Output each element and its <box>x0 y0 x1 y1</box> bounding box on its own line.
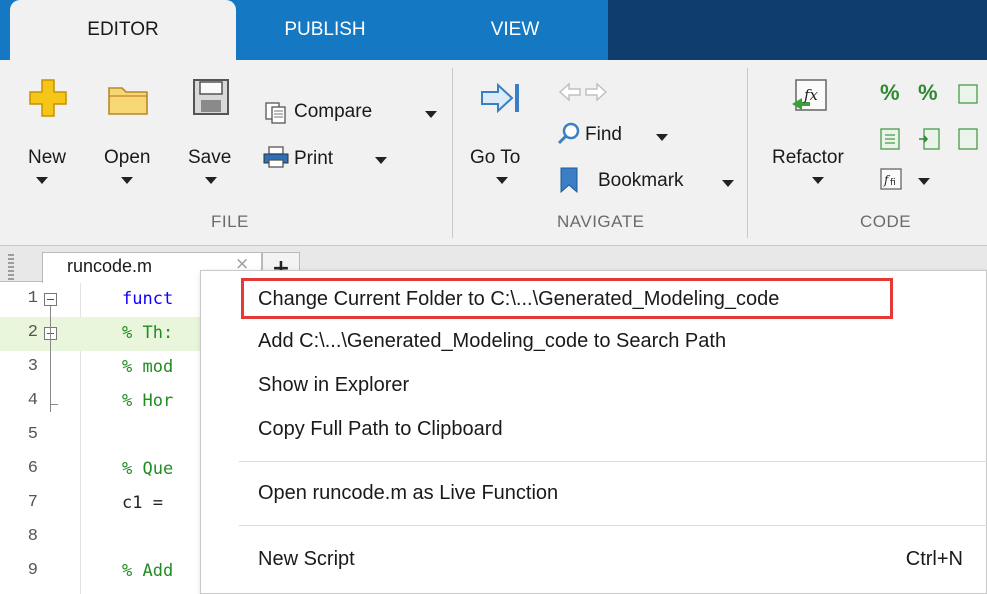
uncomment-percent-icon[interactable]: % <box>918 80 938 106</box>
code-text: % Add <box>122 561 174 581</box>
drag-grip-icon[interactable] <box>8 254 14 280</box>
goto-arrow-icon <box>481 82 519 114</box>
code-group-label: CODE <box>860 212 912 231</box>
new-plus-icon <box>29 79 67 117</box>
new-dropdown-icon <box>36 177 48 184</box>
code-text: % Que <box>122 459 174 479</box>
increase-indent-icon[interactable] <box>918 128 940 150</box>
line-number: 9 <box>27 561 38 580</box>
menu-item-show-in-explorer[interactable]: Show in Explorer <box>201 365 987 405</box>
find-dropdown-icon <box>656 134 668 141</box>
folder-icon <box>108 87 148 115</box>
function-dropdown-icon <box>918 178 930 185</box>
menu-item-add-to-path[interactable]: Add C:\...\Generated_Modeling_code to Se… <box>201 321 987 361</box>
forward-arrow-icon[interactable] <box>584 82 608 102</box>
toolstrip-tab-bar: EDITOR PUBLISH VIEW <box>0 0 987 60</box>
fold-guide-end <box>50 404 58 405</box>
menu-item-shortcut: Ctrl+N <box>905 548 963 570</box>
find-label: Find <box>585 124 622 145</box>
line-number: 3 <box>27 357 38 376</box>
menu-item-label: Open runcode.m as Live Function <box>258 482 559 504</box>
menu-item-new-script[interactable]: New Script Ctrl+N <box>201 539 987 579</box>
save-dropdown-icon <box>205 177 217 184</box>
search-icon <box>557 122 580 145</box>
refactor-fx-icon: fx <box>792 79 827 111</box>
refactor-label: Refactor <box>772 147 844 168</box>
tab-view[interactable]: VIEW <box>450 0 580 60</box>
group-divider <box>452 68 453 238</box>
tab-bar-dark-area <box>608 0 987 60</box>
menu-item-open-live-function[interactable]: Open runcode.m as Live Function <box>201 473 987 513</box>
fold-guide <box>50 306 51 412</box>
comment-percent-icon[interactable]: % <box>880 80 900 106</box>
compare-icon <box>265 102 286 124</box>
menu-item-label: New Script <box>258 548 355 570</box>
print-dropdown-icon <box>375 157 387 164</box>
menu-item-label: Show in Explorer <box>258 374 410 396</box>
smart-indent-icon[interactable] <box>880 128 900 150</box>
menu-item-label: Add C:\...\Generated_Modeling_code to Se… <box>258 330 727 352</box>
navigate-group-label: NAVIGATE <box>557 212 645 231</box>
svg-text:fi: fi <box>890 178 896 188</box>
code-text: % mod <box>122 357 174 377</box>
menu-separator <box>239 525 987 526</box>
code-text: c1 = <box>122 493 163 513</box>
line-number: 7 <box>27 493 38 512</box>
open-dropdown-icon <box>121 177 133 184</box>
bookmark-dropdown-icon <box>722 180 734 187</box>
menu-item-change-folder[interactable]: Change Current Folder to C:\...\Generate… <box>201 279 987 319</box>
refactor-dropdown-icon <box>812 177 824 184</box>
code-text: % Hor <box>122 391 174 411</box>
fold-toggle-icon[interactable] <box>44 293 57 306</box>
line-number: 1 <box>27 289 38 308</box>
printer-icon <box>263 146 289 168</box>
menu-item-copy-full-path[interactable]: Copy Full Path to Clipboard <box>201 409 987 449</box>
decrease-indent-icon[interactable] <box>958 128 978 150</box>
line-number: 2 <box>27 323 38 342</box>
tab-publish[interactable]: PUBLISH <box>250 0 400 60</box>
compare-label: Compare <box>294 101 373 122</box>
menu-separator <box>239 461 987 462</box>
open-label: Open <box>104 147 151 168</box>
save-label: Save <box>188 147 232 168</box>
function-fi-icon: f fi <box>880 168 902 190</box>
compare-dropdown-icon <box>425 111 437 118</box>
new-label: New <box>28 147 67 168</box>
line-number: 4 <box>27 391 38 410</box>
group-divider <box>747 68 748 238</box>
back-arrow-icon[interactable] <box>558 82 582 102</box>
menu-item-label: Change Current Folder to C:\...\Generate… <box>258 288 780 310</box>
bookmark-icon <box>560 167 578 193</box>
menu-item-label: Copy Full Path to Clipboard <box>258 418 503 440</box>
goto-dropdown-icon <box>496 177 508 184</box>
file-group-label: FILE <box>211 212 249 231</box>
code-text: funct <box>122 289 174 309</box>
goto-label: Go To <box>470 147 521 168</box>
tab-editor[interactable]: EDITOR <box>10 0 236 60</box>
svg-text:fx: fx <box>803 86 819 104</box>
line-number: 8 <box>27 527 38 546</box>
wrap-comments-icon[interactable] <box>958 84 978 104</box>
save-disk-icon <box>193 79 229 115</box>
file-tab-label: runcode.m <box>67 256 153 276</box>
context-menu: Change Current Folder to C:\...\Generate… <box>200 270 987 594</box>
print-label: Print <box>294 148 334 169</box>
line-number: 5 <box>27 425 38 444</box>
line-number: 6 <box>27 459 38 478</box>
code-text: % Th: <box>122 323 174 343</box>
bookmark-label: Bookmark <box>598 170 684 191</box>
